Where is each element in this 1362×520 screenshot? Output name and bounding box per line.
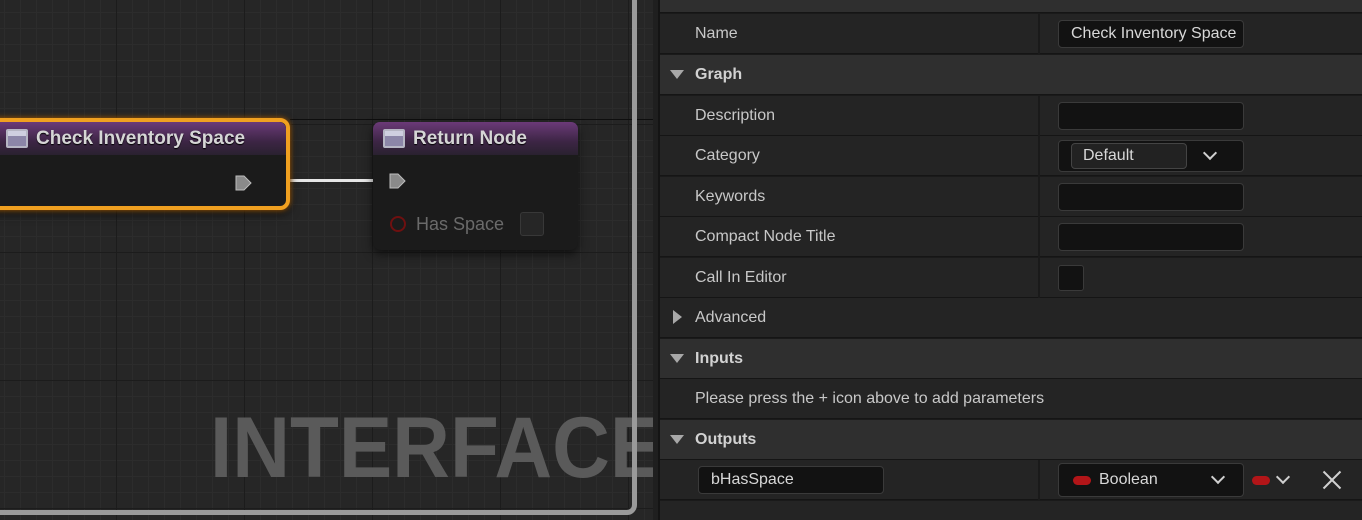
- column-splitter[interactable]: [1038, 14, 1040, 54]
- graph-editor-canvas[interactable]: INTERFACE Check Inventory Space Return N…: [0, 0, 653, 520]
- details-panel: Name Check Inventory Space Graph Descrip…: [658, 0, 1362, 520]
- container-type-pill-icon[interactable]: [1252, 476, 1270, 485]
- chevron-down-icon[interactable]: [1202, 145, 1218, 161]
- remove-parameter-close-icon[interactable]: [1320, 468, 1344, 492]
- compact-node-title-field[interactable]: [1058, 223, 1244, 251]
- chevron-down-icon[interactable]: [1210, 469, 1226, 485]
- inputs-category-label: Inputs: [695, 350, 743, 367]
- category-row: Category Default: [660, 136, 1362, 176]
- column-splitter[interactable]: [1038, 460, 1040, 500]
- inputs-hint-text: Please press the + icon above to add par…: [695, 390, 1045, 407]
- inputs-hint-row: Please press the + icon above to add par…: [660, 379, 1362, 419]
- compact-node-title-label: Compact Node Title: [695, 228, 836, 245]
- description-label: Description: [695, 107, 776, 124]
- column-splitter[interactable]: [1038, 96, 1040, 136]
- expand-arrow-icon[interactable]: [670, 70, 684, 79]
- output-type-combo[interactable]: Boolean: [1058, 463, 1244, 497]
- call-in-editor-row: Call In Editor: [660, 258, 1362, 298]
- call-in-editor-checkbox[interactable]: [1058, 265, 1084, 291]
- category-label: Category: [695, 147, 760, 164]
- description-row: Description: [660, 96, 1362, 136]
- keywords-field[interactable]: [1058, 183, 1244, 211]
- call-in-editor-label: Call In Editor: [695, 269, 787, 286]
- boolean-type-pill-icon: [1073, 476, 1091, 485]
- column-splitter[interactable]: [1038, 136, 1040, 176]
- expand-arrow-icon[interactable]: [670, 435, 684, 444]
- category-value-field[interactable]: Default: [1071, 143, 1187, 169]
- collapse-arrow-icon[interactable]: [673, 310, 682, 324]
- outputs-category-header[interactable]: Outputs: [660, 420, 1362, 460]
- graph-category-header[interactable]: Graph: [660, 55, 1362, 95]
- output-parameter-row: bHasSpace Boolean: [660, 460, 1362, 500]
- graph-category-label: Graph: [695, 66, 743, 83]
- details-footer-strip: [660, 501, 1362, 520]
- graph-frame-border: [0, 0, 637, 515]
- advanced-label: Advanced: [695, 309, 767, 326]
- container-type-chevron-down-icon[interactable]: [1275, 469, 1291, 485]
- name-label: Name: [695, 25, 738, 42]
- expand-arrow-icon[interactable]: [670, 354, 684, 363]
- output-parameter-name-field[interactable]: bHasSpace: [698, 466, 884, 494]
- details-category-header-top: [660, 0, 1362, 13]
- compact-node-title-row: Compact Node Title: [660, 217, 1362, 257]
- category-combo[interactable]: Default: [1058, 140, 1244, 172]
- keywords-label: Keywords: [695, 188, 766, 205]
- advanced-row[interactable]: Advanced: [660, 298, 1362, 338]
- output-type-label: Boolean: [1099, 471, 1158, 488]
- outputs-category-label: Outputs: [695, 431, 757, 448]
- column-splitter[interactable]: [1038, 217, 1040, 257]
- column-splitter[interactable]: [1038, 258, 1040, 298]
- inputs-category-header[interactable]: Inputs: [660, 339, 1362, 379]
- name-row: Name Check Inventory Space: [660, 14, 1362, 54]
- keywords-row: Keywords: [660, 177, 1362, 217]
- column-splitter[interactable]: [1038, 177, 1040, 217]
- description-field[interactable]: [1058, 102, 1244, 130]
- name-field[interactable]: Check Inventory Space: [1058, 20, 1244, 48]
